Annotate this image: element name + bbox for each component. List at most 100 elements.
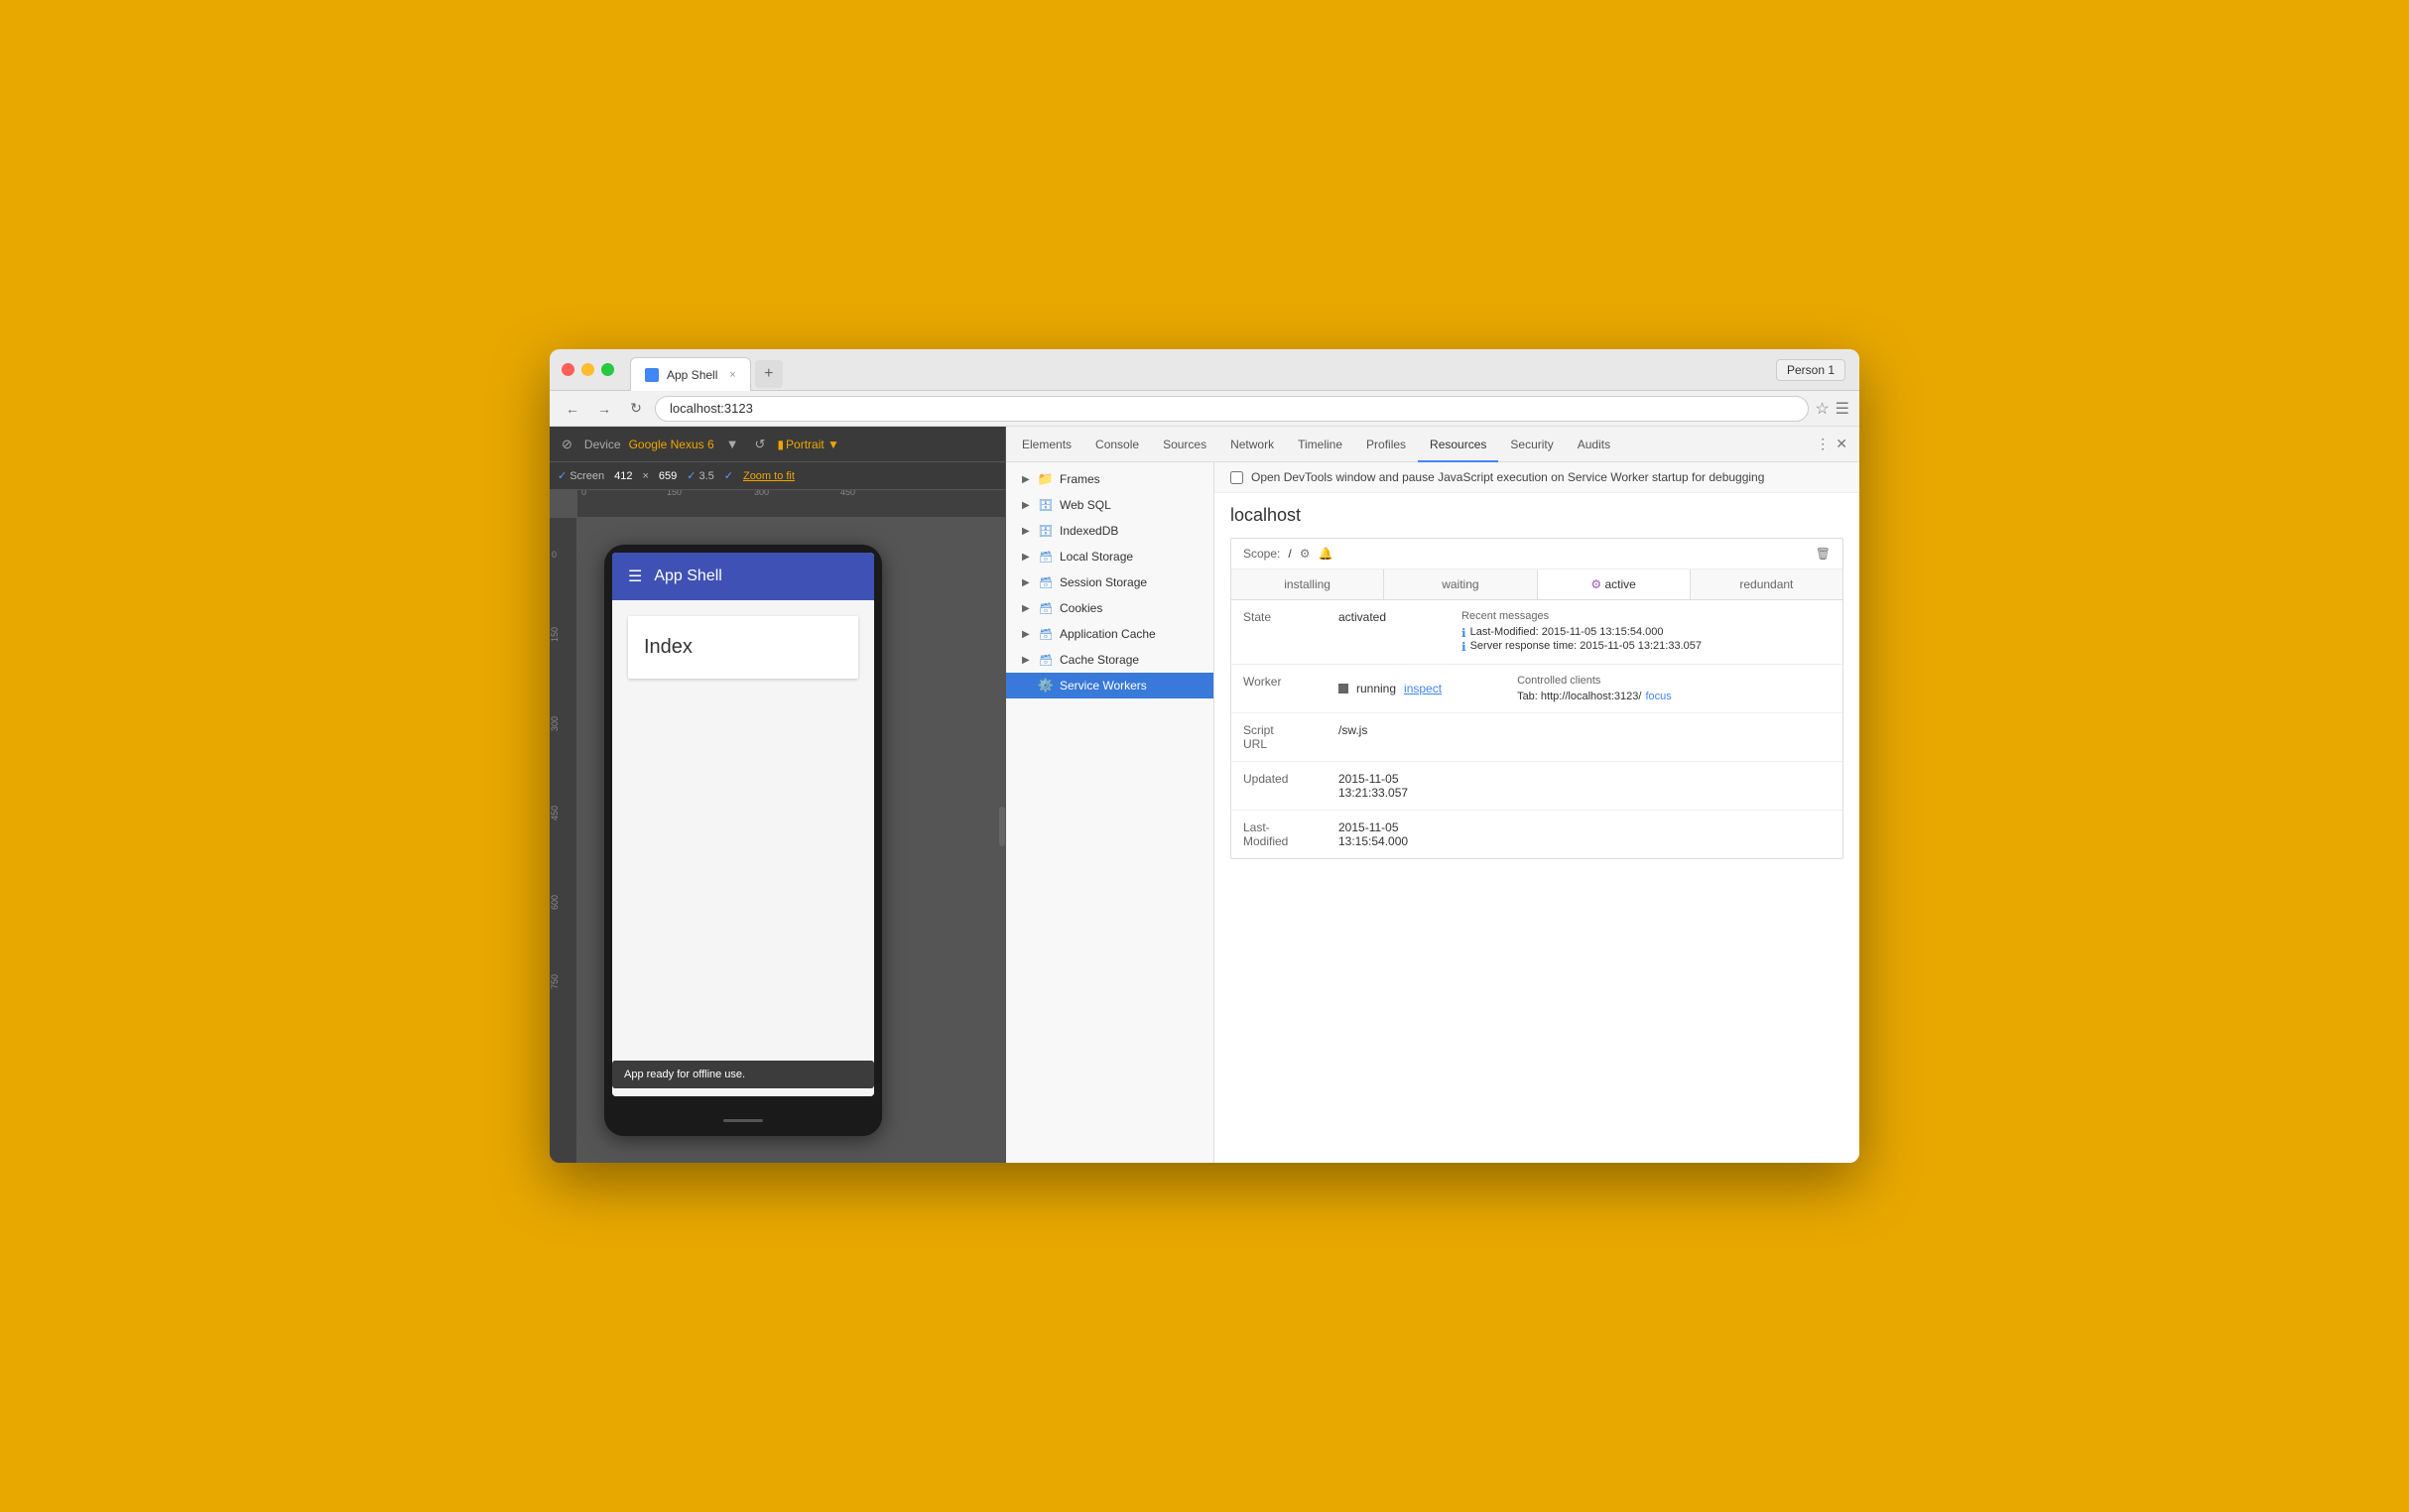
ruler-top: 0 150 300 450 (577, 490, 1005, 518)
ruler-area: 0 150 300 450 0 150 300 450 600 750 (550, 490, 1005, 1163)
script-url-label: ScriptURL (1243, 723, 1323, 751)
sw-debug-checkbox[interactable] (1230, 471, 1243, 484)
scope-trash-icon[interactable]: 🗑 (1816, 547, 1831, 561)
sidebar-item-cache-storage[interactable]: ▶ 🗃 Cache Storage (1006, 647, 1213, 673)
ruler-left-450: 450 (550, 806, 560, 820)
sessionstorage-icon: 🗃 (1038, 574, 1054, 590)
profile-button[interactable]: Person 1 (1776, 359, 1845, 381)
address-bar[interactable]: localhost:3123 (655, 396, 1809, 422)
ruler-top-300: 300 (754, 490, 769, 497)
tab-profiles[interactable]: Profiles (1354, 428, 1418, 462)
browser-tab[interactable]: App Shell × (630, 357, 751, 391)
sw-tab-installing[interactable]: installing (1231, 569, 1384, 599)
controlled-clients-label: Controlled clients (1517, 675, 1672, 687)
info-icon-1: ℹ (1461, 626, 1466, 640)
ruler-top-150: 150 (667, 490, 682, 497)
ruler-left-300: 300 (550, 716, 560, 731)
forward-button[interactable]: → (591, 396, 617, 422)
scope-settings-icon[interactable]: ⚙ (1300, 547, 1311, 561)
sw-last-modified-row: Last-Modified 2015-11-0513:15:54.000 (1231, 811, 1842, 858)
device-panel: ⊘ Device Google Nexus 6 ▼ ↺ ▮ Portrait ▼… (550, 427, 1006, 1163)
back-button[interactable]: ← (560, 396, 585, 422)
sw-script-url-row: ScriptURL /sw.js (1231, 713, 1842, 762)
new-tab-button[interactable]: + (755, 360, 783, 388)
tab-network[interactable]: Network (1218, 428, 1286, 462)
orientation-label: Portrait ▼ (786, 438, 839, 451)
worker-stop-icon (1338, 684, 1348, 693)
close-button[interactable] (562, 363, 574, 376)
sidebar-item-local-storage[interactable]: ▶ 🗃 Local Storage (1006, 544, 1213, 569)
tab-sources[interactable]: Sources (1151, 428, 1218, 462)
device-mode-icon[interactable]: ⊘ (558, 435, 576, 454)
ruler-top-0: 0 (581, 490, 586, 497)
app-content: Index (612, 600, 874, 1096)
tab-console[interactable]: Console (1083, 428, 1151, 462)
inspect-link[interactable]: inspect (1404, 682, 1442, 695)
swap-dimensions-icon[interactable]: ↺ (751, 435, 770, 454)
sw-state-row: State activated Recent messages ℹ Last-M… (1231, 600, 1842, 665)
localstorage-label: Local Storage (1060, 550, 1133, 564)
fullscreen-button[interactable] (601, 363, 614, 376)
home-indicator (723, 1119, 763, 1122)
device-bottom-bar (604, 1104, 882, 1136)
tab-audits[interactable]: Audits (1566, 428, 1622, 462)
hamburger-icon: ☰ (628, 567, 642, 586)
close-devtools-icon[interactable]: ✕ (1836, 436, 1847, 452)
sidebar-item-frames[interactable]: ▶ 📁 Frames (1006, 466, 1213, 492)
ruler-left-600: 600 (550, 895, 560, 910)
devtools-tabs: Elements Console Sources Network Timelin… (1006, 427, 1859, 462)
sidebar-item-session-storage[interactable]: ▶ 🗃 Session Storage (1006, 569, 1213, 595)
state-value: activated (1338, 610, 1386, 654)
indexeddb-icon: 🗄 (1038, 523, 1054, 539)
sw-tab-redundant[interactable]: redundant (1691, 569, 1842, 599)
url-text: localhost:3123 (670, 401, 753, 416)
sw-tab-waiting[interactable]: waiting (1384, 569, 1537, 599)
scope-value: / (1288, 547, 1291, 561)
sidebar-item-service-workers[interactable]: ⚙️ Service Workers (1006, 673, 1213, 698)
sidebar-item-web-sql[interactable]: ▶ 🗄 Web SQL (1006, 492, 1213, 518)
menu-icon[interactable]: ☰ (1836, 399, 1849, 419)
nav-right-buttons: ☆ ☰ (1815, 399, 1849, 419)
scope-bell-icon[interactable]: 🔔 (1318, 547, 1332, 561)
ruler-left-750: 750 (550, 974, 560, 989)
title-bar: App Shell × + Person 1 (550, 349, 1859, 391)
zoom-check-icon: ✓ (724, 469, 733, 482)
screen-height: 659 (659, 470, 677, 482)
tab-resources[interactable]: Resources (1418, 428, 1498, 462)
dpr-text: 3.5 (698, 470, 713, 482)
script-url-value: /sw.js (1338, 723, 1367, 751)
updated-label: Updated (1243, 772, 1323, 800)
device-down-icon[interactable]: ▼ (722, 435, 743, 453)
more-tabs-icon[interactable]: ⋮ (1816, 436, 1830, 452)
app-title: App Shell (654, 567, 722, 585)
worker-label: Worker (1243, 675, 1323, 702)
localstorage-arrow-icon: ▶ (1022, 552, 1032, 563)
sessionstorage-arrow-icon: ▶ (1022, 577, 1032, 588)
bookmark-icon[interactable]: ☆ (1815, 399, 1829, 419)
resize-handle[interactable] (999, 807, 1005, 846)
tab-security[interactable]: Security (1498, 428, 1565, 462)
sidebar-item-cookies[interactable]: ▶ 🗃 Cookies (1006, 595, 1213, 621)
device-name[interactable]: Google Nexus 6 (629, 438, 714, 451)
sw-tab-active[interactable]: ⚙ active (1538, 569, 1691, 599)
minimize-button[interactable] (581, 363, 594, 376)
reload-button[interactable]: ↻ (623, 396, 649, 422)
active-gear-icon: ⚙ (1590, 577, 1601, 591)
cachestorage-icon: 🗃 (1038, 652, 1054, 668)
last-modified-label: Last-Modified (1243, 820, 1323, 848)
ruler-top-content: 0 150 300 450 (577, 490, 1005, 515)
sw-status-tabs: installing waiting ⚙ active (1231, 569, 1842, 600)
active-label: active (1605, 577, 1636, 591)
orientation-button[interactable]: ▮ Portrait ▼ (777, 438, 839, 451)
tab-close-button[interactable]: × (729, 369, 735, 381)
tab-elements[interactable]: Elements (1010, 428, 1083, 462)
focus-link[interactable]: focus (1645, 691, 1671, 702)
sidebar-item-indexeddb[interactable]: ▶ 🗄 IndexedDB (1006, 518, 1213, 544)
tab-timeline[interactable]: Timeline (1286, 428, 1354, 462)
screen-x-sep: × (642, 470, 648, 482)
sidebar-item-app-cache[interactable]: ▶ 🗃 Application Cache (1006, 621, 1213, 647)
sessionstorage-label: Session Storage (1060, 575, 1147, 589)
sw-worker-card: Scope: / ⚙ 🔔 🗑 installing (1230, 538, 1843, 859)
zoom-to-fit[interactable]: Zoom to fit (743, 470, 795, 482)
device-toolbar: ⊘ Device Google Nexus 6 ▼ ↺ ▮ Portrait ▼ (550, 427, 1005, 462)
